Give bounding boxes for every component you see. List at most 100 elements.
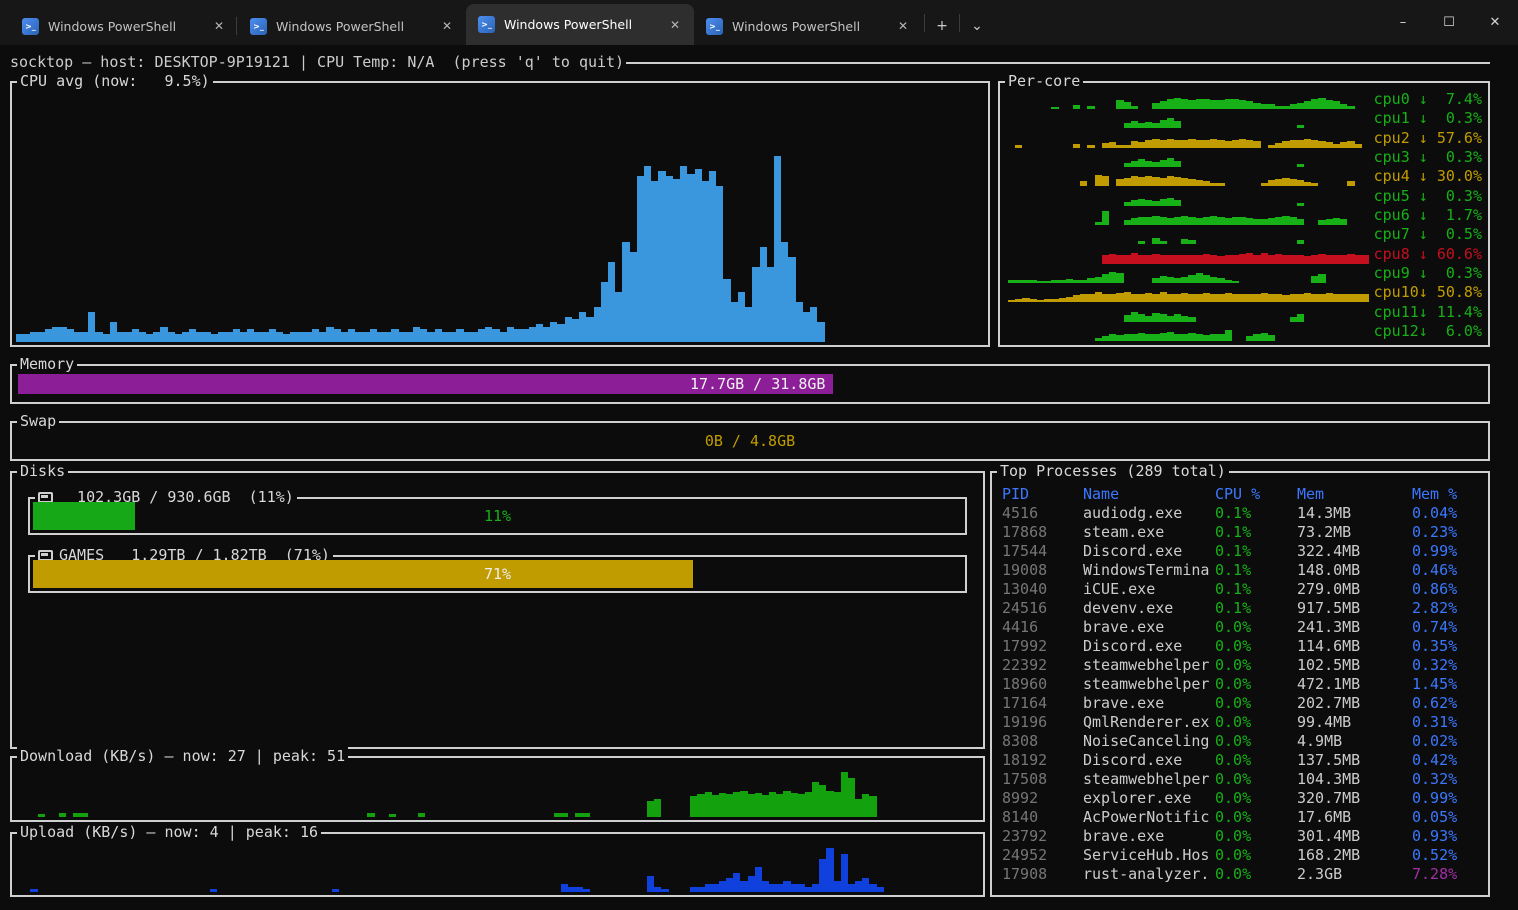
upload-panel: Upload (KB/s) — now: 4 | peak: 16 — [10, 832, 985, 897]
process-row: 17544Discord.exe0.1%322.4MB0.99% — [1002, 542, 1484, 561]
upload-title: Upload (KB/s) — now: 4 | peak: 16 — [17, 823, 321, 842]
disk-item-system: 102.3GB / 930.6GB (11%) 11% — [28, 497, 967, 535]
disk-percent-label: 71% — [484, 565, 511, 583]
close-button[interactable]: ✕ — [1472, 0, 1518, 45]
core-row: cpu0 ↓ 7.4% — [1008, 90, 1482, 109]
cpu-avg-panel: CPU avg (now: 9.5%) — [10, 81, 990, 347]
swap-panel: Swap 0B / 4.8GB — [10, 421, 1490, 461]
tab-close-icon[interactable]: ✕ — [666, 16, 684, 34]
disk-usage-bar — [33, 502, 135, 530]
process-row: 4416brave.exe0.0%241.3MB0.74% — [1002, 618, 1484, 637]
per-core-rows: cpu0 ↓ 7.4%cpu1 ↓ 0.3%cpu2 ↓ 57.6%cpu3 ↓… — [1008, 90, 1482, 341]
core-row: cpu12↓ 6.0% — [1008, 322, 1482, 341]
core-row: cpu3 ↓ 0.3% — [1008, 148, 1482, 167]
process-row: 24952ServiceHub.Hos0.0%168.2MB0.52% — [1002, 846, 1484, 865]
tab-separator — [924, 14, 925, 32]
core-usage-label: cpu8 ↓ 60.6% — [1374, 245, 1482, 264]
tab-dropdown-button[interactable]: ⌄ — [962, 7, 992, 45]
disk-track: 11% — [33, 502, 962, 530]
swap-track: 0B / 4.8GB — [18, 431, 1482, 451]
core-row: cpu5 ↓ 0.3% — [1008, 187, 1482, 206]
core-usage-label: cpu1 ↓ 0.3% — [1374, 109, 1482, 128]
process-row: 18960steamwebhelper0.0%472.1MB1.45% — [1002, 675, 1484, 694]
process-table-header: PID Name CPU % Mem Mem % — [1002, 485, 1484, 504]
memory-usage-label: 17.7GB / 31.8GB — [690, 375, 825, 393]
process-row: 19008WindowsTermina0.1%148.0MB0.46% — [1002, 561, 1484, 580]
header-rule — [626, 62, 1490, 64]
download-title: Download (KB/s) — now: 27 | peak: 51 — [17, 747, 348, 766]
process-row: 8308NoiseCanceling0.0%4.9MB0.02% — [1002, 732, 1484, 751]
cpu-avg-chart — [16, 91, 984, 342]
process-rows: 4516audiodg.exe0.1%14.3MB0.04%17868steam… — [1002, 504, 1484, 884]
tab-close-icon[interactable]: ✕ — [210, 17, 228, 35]
socktop-title: socktop — host: DESKTOP-9P19121 | CPU Te… — [10, 53, 624, 71]
upload-chart — [16, 848, 979, 892]
tab-powershell-3-active[interactable]: >_ Windows PowerShell ✕ — [466, 4, 694, 45]
core-usage-label: cpu7 ↓ 0.5% — [1374, 225, 1482, 244]
core-usage-label: cpu9 ↓ 0.3% — [1374, 264, 1482, 283]
process-row: 19196QmlRenderer.ex0.0%99.4MB0.31% — [1002, 713, 1484, 732]
terminal-content: socktop — host: DESKTOP-9P19121 | CPU Te… — [0, 45, 1518, 910]
disks-title: Disks — [17, 462, 68, 481]
cpu-avg-title: CPU avg (now: 9.5%) — [17, 72, 213, 91]
col-header-mem: Mem — [1297, 485, 1412, 504]
memory-title: Memory — [17, 355, 77, 374]
process-row: 17164brave.exe0.0%202.7MB0.62% — [1002, 694, 1484, 713]
swap-title: Swap — [17, 412, 59, 431]
tab-close-icon[interactable]: ✕ — [438, 17, 456, 35]
tab-powershell-4[interactable]: >_ Windows PowerShell ✕ — [694, 7, 922, 45]
memory-panel: Memory 17.7GB / 31.8GB — [10, 364, 1490, 404]
socktop-header: socktop — host: DESKTOP-9P19121 | CPU Te… — [10, 52, 1490, 72]
per-core-panel: Per-core cpu0 ↓ 7.4%cpu1 ↓ 0.3%cpu2 ↓ 57… — [998, 81, 1490, 347]
swap-usage-label: 0B / 4.8GB — [705, 432, 795, 450]
process-row: 17908rust-analyzer.0.0%2.3GB7.28% — [1002, 865, 1484, 884]
core-usage-label: cpu12↓ 6.0% — [1374, 322, 1482, 341]
process-row: 17992Discord.exe0.0%114.6MB0.35% — [1002, 637, 1484, 656]
core-usage-label: cpu3 ↓ 0.3% — [1374, 148, 1482, 167]
core-usage-label: cpu10↓ 50.8% — [1374, 283, 1482, 302]
process-row: 8140AcPowerNotific0.0%17.6MB0.05% — [1002, 808, 1484, 827]
disk-percent-label: 11% — [484, 507, 511, 525]
core-usage-label: cpu6 ↓ 1.7% — [1374, 206, 1482, 225]
tab-title: Windows PowerShell — [732, 19, 885, 34]
core-usage-label: cpu2 ↓ 57.6% — [1374, 129, 1482, 148]
process-row: 23792brave.exe0.0%301.4MB0.93% — [1002, 827, 1484, 846]
core-row: cpu9 ↓ 0.3% — [1008, 264, 1482, 283]
core-usage-label: cpu0 ↓ 7.4% — [1374, 90, 1482, 109]
process-row: 24516devenv.exe0.1%917.5MB2.82% — [1002, 599, 1484, 618]
memory-bar: 17.7GB / 31.8GB — [18, 374, 833, 394]
disk-usage-bar — [33, 560, 693, 588]
tab-powershell-1[interactable]: >_ Windows PowerShell ✕ — [10, 7, 238, 45]
powershell-icon: >_ — [706, 18, 723, 35]
tab-title: Windows PowerShell — [48, 19, 201, 34]
download-chart — [16, 772, 979, 817]
download-panel: Download (KB/s) — now: 27 | peak: 51 — [10, 756, 985, 822]
tab-title: Windows PowerShell — [276, 19, 429, 34]
top-processes-panel: Top Processes (289 total) PID Name CPU %… — [990, 471, 1490, 897]
core-row: cpu2 ↓ 57.6% — [1008, 129, 1482, 148]
process-row: 22392steamwebhelper0.0%102.5MB0.32% — [1002, 656, 1484, 675]
top-processes-title: Top Processes (289 total) — [997, 462, 1229, 481]
col-header-mem-pct: Mem % — [1412, 485, 1484, 504]
minimize-button[interactable]: – — [1380, 0, 1426, 45]
tab-separator — [959, 14, 960, 32]
process-row: 17508steamwebhelper0.0%104.3MB0.32% — [1002, 770, 1484, 789]
core-row: cpu11↓ 11.4% — [1008, 303, 1482, 322]
maximize-button[interactable]: ☐ — [1426, 0, 1472, 45]
disk-item-games: GAMES 1.29TB / 1.82TB (71%) 71% — [28, 555, 967, 593]
tab-close-icon[interactable]: ✕ — [894, 17, 912, 35]
core-row: cpu7 ↓ 0.5% — [1008, 225, 1482, 244]
powershell-icon: >_ — [22, 18, 39, 35]
powershell-icon: >_ — [478, 16, 495, 33]
core-usage-label: cpu4 ↓ 30.0% — [1374, 167, 1482, 186]
disks-panel: Disks 102.3GB / 930.6GB (11%) 11% GAME — [10, 471, 985, 749]
core-row: cpu1 ↓ 0.3% — [1008, 109, 1482, 128]
tab-powershell-2[interactable]: >_ Windows PowerShell ✕ — [238, 7, 466, 45]
new-tab-button[interactable]: + — [927, 7, 957, 45]
memory-track: 17.7GB / 31.8GB — [18, 374, 1482, 394]
tab-title: Windows PowerShell — [504, 17, 657, 32]
per-core-title: Per-core — [1005, 72, 1083, 91]
core-row: cpu6 ↓ 1.7% — [1008, 206, 1482, 225]
process-row: 4516audiodg.exe0.1%14.3MB0.04% — [1002, 504, 1484, 523]
process-row: 13040iCUE.exe0.1%279.0MB0.86% — [1002, 580, 1484, 599]
